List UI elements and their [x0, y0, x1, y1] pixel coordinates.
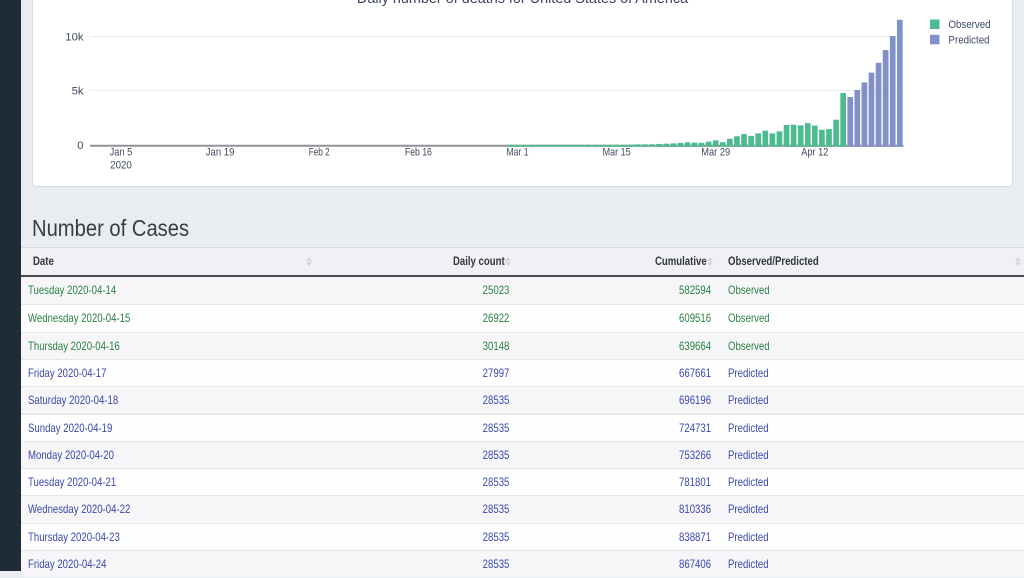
svg-text:Feb 2: Feb 2 — [309, 147, 330, 159]
svg-text:10k: 10k — [65, 31, 84, 43]
svg-text:5k: 5k — [72, 85, 84, 97]
svg-text:Mar 1: Mar 1 — [507, 147, 529, 159]
svg-text:Apr 12: Apr 12 — [801, 147, 828, 159]
svg-text:Feb 16: Feb 16 — [405, 147, 432, 159]
svg-text:2020: 2020 — [110, 159, 132, 171]
svg-text:Mar 15: Mar 15 — [603, 147, 631, 159]
svg-text:0: 0 — [77, 140, 83, 152]
svg-text:Mar 29: Mar 29 — [701, 147, 730, 159]
svg-text:Jan 5: Jan 5 — [110, 147, 133, 159]
svg-text:Predicted: Predicted — [949, 34, 990, 46]
svg-text:Observed: Observed — [949, 19, 991, 31]
svg-text:Jan 19: Jan 19 — [206, 147, 235, 159]
